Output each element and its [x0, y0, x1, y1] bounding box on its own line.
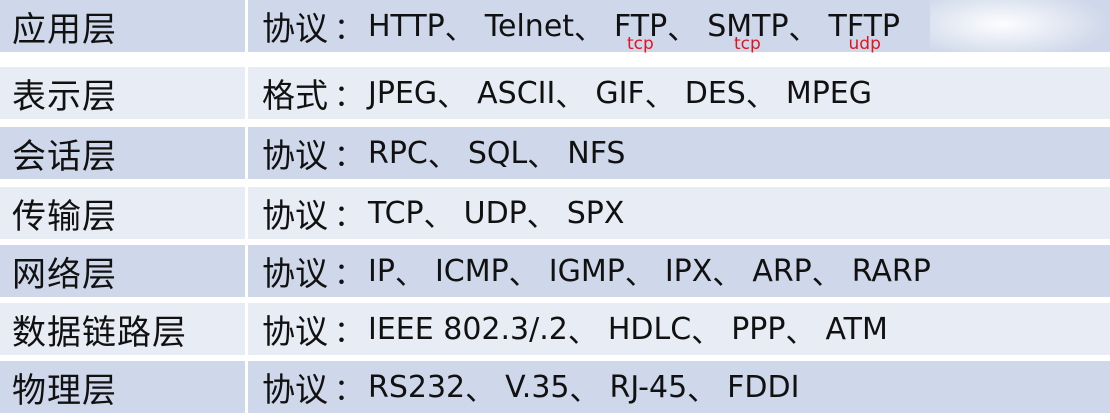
protocol-list: 协议： IEEE 802.3/.2、 HDLC、 PPP、 ATM	[248, 303, 1110, 355]
kind-label: 格式	[262, 76, 328, 115]
colon: ：	[334, 315, 364, 350]
table-row: 会话层 协议： RPC、 SQL、 NFS	[0, 127, 1110, 182]
table-row: 数据链路层 协议： IEEE 802.3/.2、 HDLC、 PPP、 ATM	[0, 303, 1110, 358]
protocol-item: Telnet	[484, 8, 575, 44]
protocol-item: ASCII	[477, 75, 556, 111]
kind-label: 协议	[262, 254, 328, 293]
kind-label: 协议	[262, 136, 328, 175]
protocol-item: IGMP	[548, 253, 625, 289]
protocol-item: FDDI	[727, 369, 800, 405]
protocol-item: IPX	[664, 253, 713, 289]
separator: 、	[423, 199, 454, 234]
protocol-list: 协议： RPC、 SQL、 NFS	[248, 127, 1110, 179]
separator: 、	[691, 315, 722, 350]
separator: 、	[785, 315, 816, 350]
protocol-item: IP	[368, 253, 395, 289]
separator: 、	[574, 12, 605, 47]
layer-name: 表示层	[0, 67, 248, 119]
separator: 、	[427, 139, 458, 174]
transport-annotation: tcp	[627, 34, 654, 54]
layer-name: 数据链路层	[0, 303, 248, 355]
transport-annotation: tcp	[734, 34, 761, 54]
separator: 、	[745, 79, 776, 114]
separator: 、	[788, 12, 819, 47]
kind-label: 协议	[262, 196, 328, 235]
separator: 、	[811, 257, 842, 292]
separator: 、	[667, 12, 698, 47]
colon: ：	[334, 139, 364, 174]
colon: ：	[334, 12, 364, 47]
colon: ：	[334, 257, 364, 292]
colon: ：	[334, 199, 364, 234]
protocol-item: HDLC	[607, 311, 692, 347]
protocol-item: SPX	[566, 195, 625, 231]
protocol-item: RS232	[368, 369, 466, 405]
protocol-item: ARP	[752, 253, 812, 289]
separator: 、	[465, 373, 496, 408]
protocol-item: DES	[684, 75, 746, 111]
protocol-list: 协议： RS232、 V.35、 RJ-45、 FDDI	[248, 361, 1110, 413]
kind-label: 协议	[262, 370, 328, 409]
table-row: 应用层 协议： HTTP、 Telnet、 FTP、 SMTP、 TFTP tcp tcp udp	[0, 0, 1110, 55]
protocol-item: RPC	[368, 135, 428, 171]
separator: 、	[687, 373, 718, 408]
protocol-item: V.35	[505, 369, 570, 405]
separator: 、	[624, 257, 655, 292]
separator: 、	[555, 79, 586, 114]
protocol-item: ICMP	[434, 253, 509, 289]
colon: ：	[334, 79, 364, 114]
layer-name: 网络层	[0, 245, 248, 297]
protocol-list: 协议： HTTP、 Telnet、 FTP、 SMTP、 TFTP tcp tcp udp	[248, 0, 1110, 54]
protocol-list: 格式： JPEG、 ASCII、 GIF、 DES、 MPEG	[248, 67, 1110, 119]
table-row: 网络层 协议： IP、 ICMP、 IGMP、 IPX、 ARP、 RARP	[0, 245, 1110, 300]
kind-label: 协议	[262, 312, 328, 351]
colon: ：	[334, 373, 364, 408]
protocol-list: 协议： IP、 ICMP、 IGMP、 IPX、 ARP、 RARP	[248, 245, 1110, 297]
separator: 、	[644, 79, 675, 114]
kind-label: 协议	[262, 9, 328, 48]
protocol-item: SQL	[467, 135, 528, 171]
protocol-item: PPP	[731, 311, 786, 347]
separator: 、	[437, 79, 468, 114]
protocol-item: RJ-45	[609, 369, 688, 405]
protocol-item: ATM	[825, 311, 888, 347]
protocol-item: JPEG	[368, 75, 438, 111]
separator: 、	[526, 199, 557, 234]
separator: 、	[444, 12, 475, 47]
protocol-list: 协议： TCP、 UDP、 SPX	[248, 187, 1110, 239]
protocol-item: UDP	[463, 195, 527, 231]
protocol-item: RARP	[851, 253, 931, 289]
table-row: 传输层 协议： TCP、 UDP、 SPX	[0, 187, 1110, 242]
protocol-item: HTTP	[368, 8, 445, 44]
protocol-item: NFS	[567, 135, 626, 171]
layer-name: 传输层	[0, 187, 248, 239]
protocol-item: TCP	[368, 195, 424, 231]
separator: 、	[527, 139, 558, 174]
separator: 、	[508, 257, 539, 292]
layer-name: 应用层	[0, 0, 248, 52]
separator: 、	[569, 373, 600, 408]
protocol-item: IEEE 802.3/.2	[368, 311, 568, 347]
protocol-item: GIF	[595, 75, 645, 111]
separator: 、	[712, 257, 743, 292]
layer-name: 会话层	[0, 127, 248, 179]
layer-name: 物理层	[0, 361, 248, 413]
protocol-item: MPEG	[785, 75, 873, 111]
transport-annotation: udp	[848, 34, 881, 54]
table-row: 物理层 协议： RS232、 V.35、 RJ-45、 FDDI	[0, 361, 1110, 416]
table-row: 表示层 格式： JPEG、 ASCII、 GIF、 DES、 MPEG	[0, 67, 1110, 122]
separator: 、	[394, 257, 425, 292]
separator: 、	[567, 315, 598, 350]
osi-layer-table: 应用层 协议： HTTP、 Telnet、 FTP、 SMTP、 TFTP tcp tcp udp…	[0, 0, 1110, 420]
